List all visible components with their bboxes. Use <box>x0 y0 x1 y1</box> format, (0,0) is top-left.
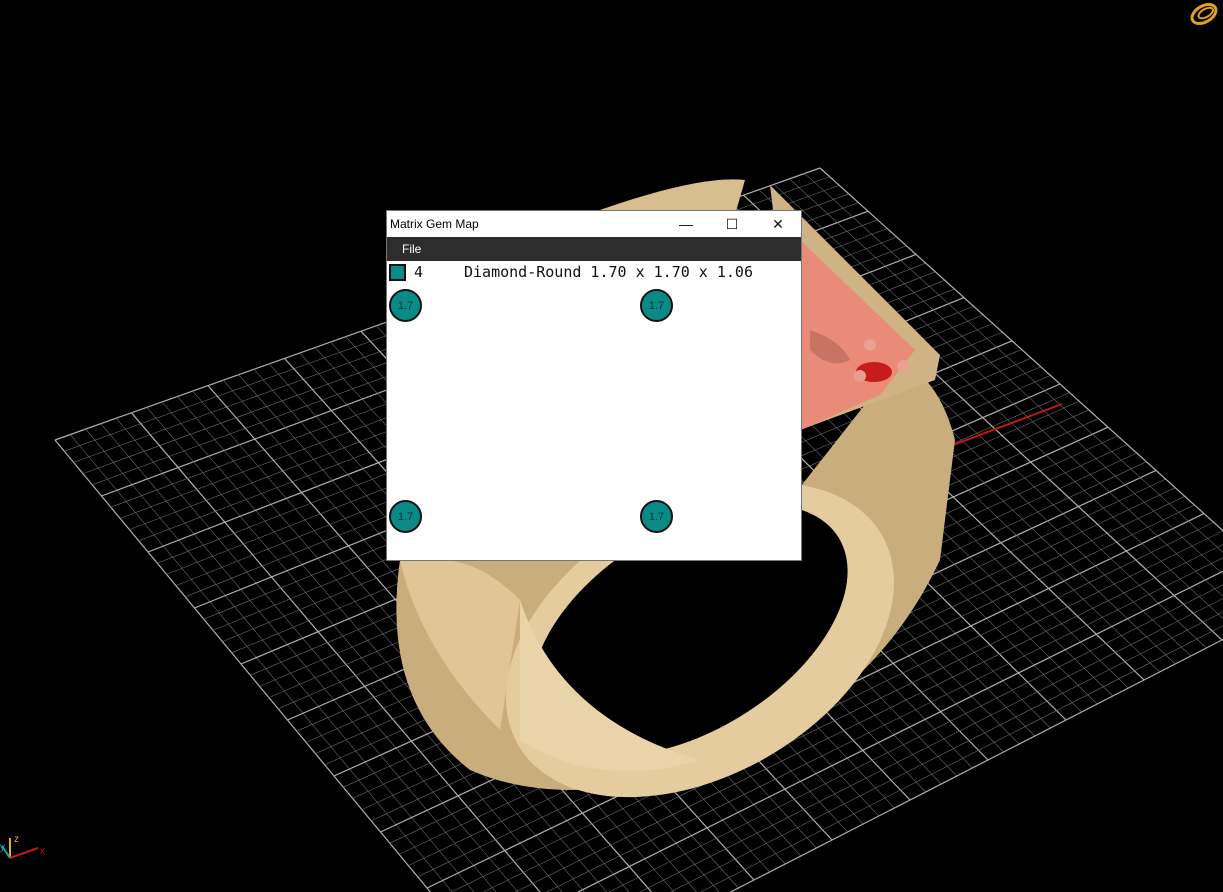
gem-marker[interactable]: 1.7 <box>640 500 673 533</box>
grid-line <box>54 439 431 892</box>
title-bar[interactable]: Matrix Gem Map — ☐ ✕ <box>387 211 801 237</box>
gem-description: Diamond-Round 1.70 x 1.70 x 1.06 <box>464 263 753 281</box>
window-title: Matrix Gem Map <box>390 217 479 231</box>
axis-x-label: x <box>40 846 45 857</box>
gem-summary-row[interactable]: 4 Diamond-Round 1.70 x 1.70 x 1.06 <box>387 261 801 283</box>
gem-marker[interactable]: 1.7 <box>389 500 422 533</box>
gem-map-window: Matrix Gem Map — ☐ ✕ File 4 Diamond-Roun… <box>386 210 802 561</box>
axis-triad: z x y <box>0 834 45 859</box>
axis-y-label: y <box>0 842 5 853</box>
gem-count: 4 <box>414 263 424 281</box>
gem-marker[interactable]: 1.7 <box>389 289 422 322</box>
ring-icon <box>1190 3 1218 25</box>
gem-marker[interactable]: 1.7 <box>640 289 673 322</box>
axis-z-label: z <box>14 834 19 845</box>
maximize-button[interactable]: ☐ <box>709 211 755 237</box>
menu-file[interactable]: File <box>387 242 436 256</box>
minimize-button[interactable]: — <box>663 211 709 237</box>
close-button[interactable]: ✕ <box>755 211 801 237</box>
viewport-3d[interactable]: z x y Matrix Gem Map — ☐ ✕ File 4 Diamon… <box>0 0 1223 892</box>
menu-bar: File <box>387 237 801 261</box>
gem-color-swatch[interactable] <box>389 263 406 281</box>
